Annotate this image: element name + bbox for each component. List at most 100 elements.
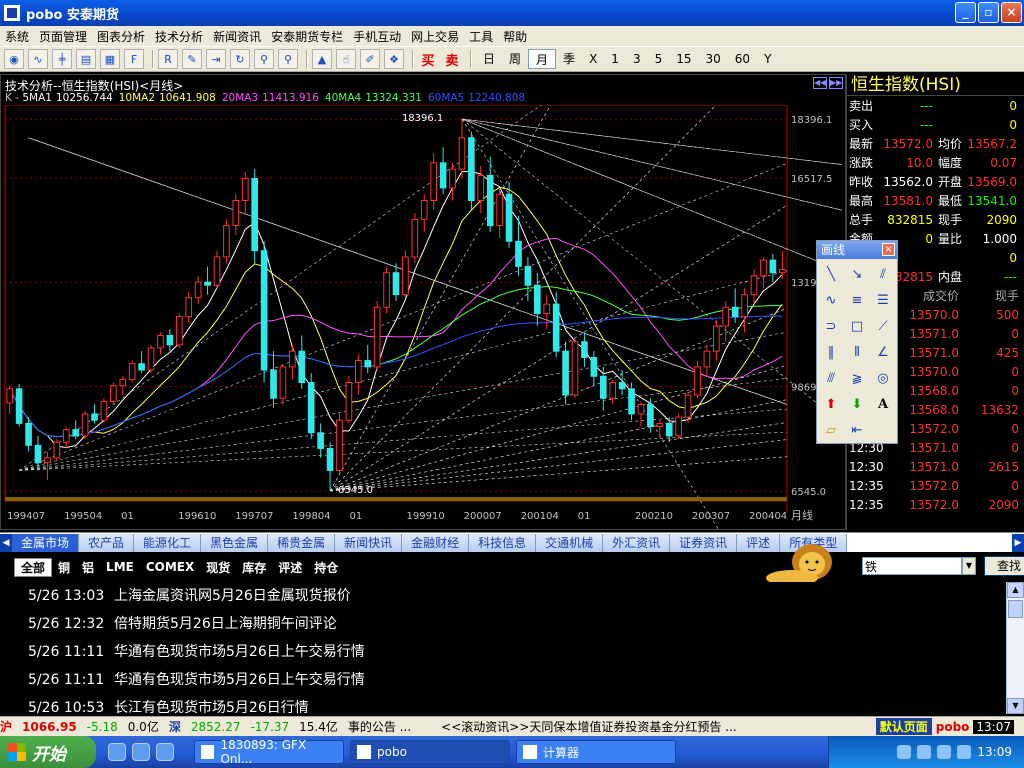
palette-close-icon[interactable]: ×	[882, 243, 895, 256]
news-scrollbar[interactable]: ▲ ▼	[1006, 582, 1024, 714]
buy-button[interactable]: 买	[418, 49, 438, 69]
news-title[interactable]: 倍特期货5月26日上海期铜午间评论	[114, 616, 337, 632]
highlight-icon[interactable]: ✐	[360, 49, 380, 69]
period-7[interactable]: 5	[648, 49, 670, 69]
horizontal-line-tool-icon[interactable]: ≡	[844, 287, 870, 313]
menu-chart-analysis[interactable]: 图表分析	[92, 28, 150, 45]
network-icon[interactable]	[917, 745, 932, 759]
menu-tools[interactable]: 工具	[464, 28, 498, 45]
angle-tool-icon[interactable]: ∠	[870, 339, 896, 365]
channel-tool-icon[interactable]: ⫻	[818, 365, 844, 391]
parallel-line-tool-icon[interactable]: ⫽	[870, 261, 896, 287]
category-tab[interactable]: 外汇资讯	[603, 533, 671, 552]
subcategory-tab[interactable]: 铝	[76, 559, 100, 576]
tabs-right-icon[interactable]: ▶	[1012, 533, 1024, 552]
subcategory-tab[interactable]: 持仓	[308, 559, 344, 576]
firefox-icon[interactable]	[132, 743, 150, 761]
period-6[interactable]: 3	[626, 49, 648, 69]
media-icon[interactable]	[156, 743, 174, 761]
subcategory-tab[interactable]: COMEX	[140, 560, 200, 574]
period-0[interactable]: 日	[476, 49, 502, 69]
palette-title[interactable]: 画线 ×	[817, 241, 897, 259]
default-page-button[interactable]: 默认页面	[875, 718, 932, 735]
news-item[interactable]: 5/26 13:03 上海金属资讯网5月26日金属现货报价	[0, 582, 1006, 610]
minimize-button[interactable]: _	[955, 2, 976, 23]
fan-tool-icon[interactable]: ⟋	[870, 313, 896, 339]
menu-help[interactable]: 帮助	[498, 28, 532, 45]
category-tab[interactable]: 稀贵金属	[268, 533, 336, 552]
refresh-icon[interactable]: ↻	[230, 49, 250, 69]
menu-online-trade[interactable]: 网上交易	[406, 28, 464, 45]
chart-scroll-left-icon[interactable]: ◀◀	[813, 77, 827, 89]
menu-news[interactable]: 新闻资讯	[208, 28, 266, 45]
period-9[interactable]: 30	[699, 49, 728, 69]
fibonacci-time-tool-icon[interactable]: ⦀	[844, 339, 870, 365]
news-title[interactable]: 长江有色现货市场5月26日行情	[114, 700, 309, 716]
menu-system[interactable]: 系统	[0, 28, 34, 45]
subcategory-tab[interactable]: 全部	[14, 557, 53, 577]
ie-icon[interactable]	[108, 743, 126, 761]
search-button[interactable]: 查找	[984, 556, 1024, 576]
qq-icon[interactable]	[957, 745, 972, 759]
table-icon[interactable]: ▤	[76, 49, 96, 69]
taskbar-task[interactable]: pobo	[350, 740, 510, 764]
period-2[interactable]: 月	[528, 49, 557, 69]
news-item[interactable]: 5/26 12:32 倍特期货5月26日上海期铜午间评论	[0, 610, 1006, 638]
hand-icon[interactable]: ☝	[336, 49, 356, 69]
menu-page-manage[interactable]: 页面管理	[34, 28, 92, 45]
rsi-icon[interactable]: R	[158, 49, 178, 69]
sell-button[interactable]: 卖	[442, 49, 462, 69]
delete-lines-tool-icon[interactable]: ⇤	[844, 417, 870, 443]
line-chart-icon[interactable]: ∿	[28, 49, 48, 69]
arc-tool-icon[interactable]: ⊃	[818, 313, 844, 339]
title-bar[interactable]: pobo 安泰期货 _ ▫ ×	[0, 0, 1024, 26]
category-tab[interactable]: 金属市场	[12, 533, 80, 552]
category-tab[interactable]: 新闻快讯	[335, 533, 403, 552]
news-item[interactable]: 5/26 11:11 华通有色现货市场5月26日上午交易行情	[0, 666, 1006, 694]
zoom-in-icon[interactable]: ⚲	[254, 49, 274, 69]
news-title[interactable]: 华通有色现货市场5月26日上午交易行情	[114, 644, 365, 660]
down-arrow-tool-icon[interactable]: ⬇	[844, 391, 870, 417]
period-8[interactable]: 15	[669, 49, 698, 69]
circle-tool-icon[interactable]: ◎	[870, 365, 896, 391]
volume-icon[interactable]	[937, 745, 952, 759]
category-tab[interactable]: 能源化工	[134, 533, 202, 552]
f10-icon[interactable]: F	[124, 49, 144, 69]
line-segment-tool-icon[interactable]: ╲	[818, 261, 844, 287]
text-tool-icon[interactable]: A	[870, 391, 896, 417]
chevron-down-icon[interactable]: ▼	[962, 557, 976, 575]
chart-scroll-right-icon[interactable]: ▶▶	[829, 77, 843, 89]
category-tab[interactable]: 证券资讯	[670, 533, 738, 552]
taskbar-task[interactable]: 计算器	[516, 740, 676, 764]
news-title[interactable]: 华通有色现货市场5月26日上午交易行情	[114, 672, 365, 688]
period-4[interactable]: X	[582, 49, 604, 69]
category-tab[interactable]: 科技信息	[469, 533, 537, 552]
period-1[interactable]: 周	[502, 49, 528, 69]
up-arrow-tool-icon[interactable]: ⬆	[818, 391, 844, 417]
news-title[interactable]: 上海金属资讯网5月26日金属现货报价	[114, 588, 351, 604]
subcategory-tab[interactable]: LME	[100, 560, 140, 574]
period-11[interactable]: Y	[757, 49, 778, 69]
keyboard-icon[interactable]	[897, 745, 912, 759]
menu-antai-column[interactable]: 安泰期货专栏	[266, 28, 348, 45]
menu-mobile[interactable]: 手机互动	[348, 28, 406, 45]
period-5[interactable]: 1	[604, 49, 626, 69]
category-tab[interactable]: 农产品	[79, 533, 135, 552]
arrow-line-tool-icon[interactable]: ↘	[844, 261, 870, 287]
group-icon[interactable]: ❖	[384, 49, 404, 69]
scroll-thumb[interactable]	[1008, 600, 1023, 618]
period-3[interactable]: 季	[556, 49, 582, 69]
export-icon[interactable]: ⇥	[206, 49, 226, 69]
category-tab[interactable]: 黑色金属	[201, 533, 269, 552]
news-item[interactable]: 5/26 11:11 华通有色现货市场5月26日上午交易行情	[0, 638, 1006, 666]
close-button[interactable]: ×	[1001, 2, 1022, 23]
pen-icon[interactable]: ✎	[182, 49, 202, 69]
kline-icon[interactable]: ╪	[52, 49, 72, 69]
cycle-lines-tool-icon[interactable]: ‖	[818, 339, 844, 365]
rectangle-tool-icon[interactable]: □	[844, 313, 870, 339]
eraser-tool-icon[interactable]: ▱	[818, 417, 844, 443]
subcategory-tab[interactable]: 库存	[236, 559, 272, 576]
news-search-input[interactable]: 铁	[862, 557, 962, 575]
regression-tool-icon[interactable]: ⫺	[844, 365, 870, 391]
category-tab[interactable]: 金融财经	[402, 533, 470, 552]
